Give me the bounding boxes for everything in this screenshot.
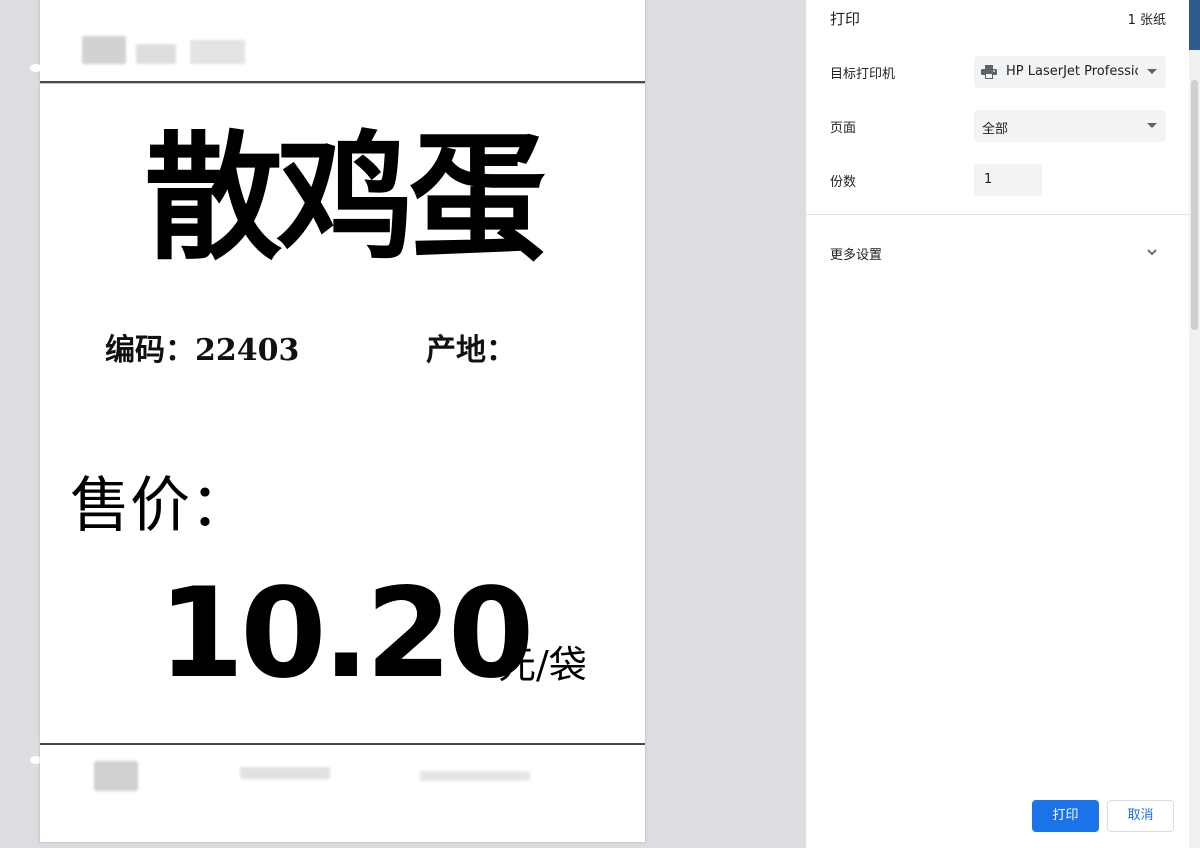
destination-label: 目标打印机 [830, 67, 896, 82]
preview-page-price-label: 散鸡蛋 编码：22403 产地： 售价： 10.20 元/袋 [40, 84, 645, 743]
cancel-button[interactable]: 取消 [1107, 800, 1174, 832]
print-settings-panel: 打印 1 张纸 目标打印机 HP LaserJet Professic 页面 全… [806, 0, 1189, 848]
printer-icon [981, 65, 997, 79]
copies-input[interactable]: 1 [974, 164, 1042, 196]
product-origin: 产地： [426, 333, 516, 368]
price-unit: 元/袋 [498, 643, 587, 687]
window-edge-accent [1189, 0, 1200, 50]
copies-label: 份数 [830, 175, 857, 190]
panel-title: 打印 [830, 10, 861, 28]
price-value: 10.20 [158, 562, 534, 706]
pages-select[interactable]: 全部 [974, 110, 1166, 142]
sale-price-label: 售价： [70, 471, 250, 541]
blurred-text-fragment [136, 44, 176, 64]
blurred-text-fragment [94, 761, 138, 791]
chevron-down-icon[interactable] [1144, 244, 1160, 260]
more-settings-toggle[interactable]: 更多设置 [830, 244, 882, 263]
caret-down-icon [1147, 123, 1157, 128]
section-divider [806, 214, 1189, 215]
print-preview-area: 散鸡蛋 编码：22403 产地： 售价： 10.20 元/袋 [0, 0, 806, 848]
page-edge-mark [30, 64, 42, 72]
destination-value: HP LaserJet Professic [1006, 64, 1138, 79]
print-button[interactable]: 打印 [1032, 800, 1099, 832]
blurred-text-fragment [82, 36, 126, 64]
window-scrollbar[interactable] [1189, 0, 1200, 848]
page-separator-line [40, 81, 645, 83]
destination-select[interactable]: HP LaserJet Professic [974, 56, 1166, 88]
blurred-text-fragment [190, 40, 245, 64]
pages-value: 全部 [982, 122, 1009, 137]
pages-label: 页面 [830, 121, 857, 136]
scrollbar-thumb[interactable] [1191, 80, 1198, 330]
product-name: 散鸡蛋 [144, 118, 546, 279]
preview-page-bottom-fragment [40, 745, 645, 842]
product-code: 编码：22403 [105, 333, 300, 368]
preview-page-top-fragment [40, 0, 645, 82]
caret-down-icon [1147, 69, 1157, 74]
blurred-text-fragment [240, 767, 330, 779]
blurred-text-fragment [420, 771, 530, 781]
sheet-count: 1 张纸 [1127, 13, 1166, 28]
